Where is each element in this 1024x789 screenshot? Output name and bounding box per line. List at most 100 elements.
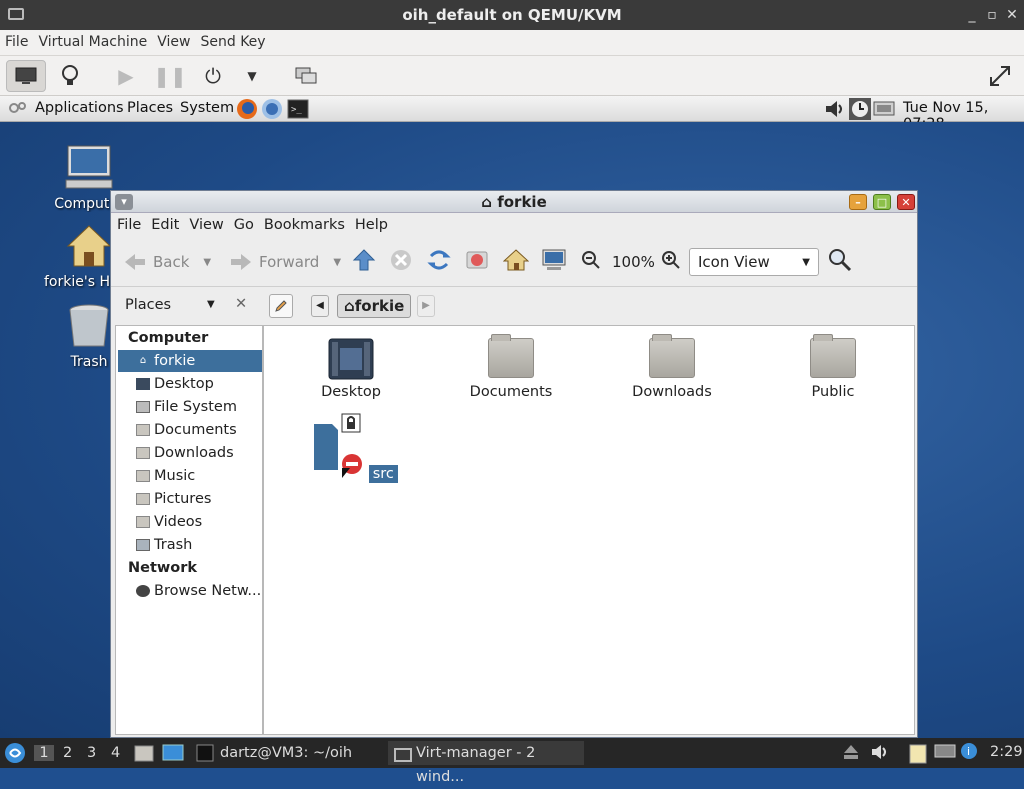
menu-places[interactable]: Places bbox=[127, 100, 173, 116]
drive-icon bbox=[136, 401, 150, 413]
shutdown-menu-button[interactable]: ▼ bbox=[232, 60, 272, 92]
menu-bookmarks[interactable]: Bookmarks bbox=[258, 213, 349, 233]
workspace-2[interactable]: 2 bbox=[63, 745, 72, 761]
vm-menu-virtual-machine[interactable]: Virtual Machine bbox=[33, 30, 152, 50]
console-button[interactable] bbox=[6, 60, 46, 92]
clock-applet-icon[interactable] bbox=[848, 97, 872, 125]
pause-icon: ❚❚ bbox=[153, 64, 187, 88]
search-button[interactable] bbox=[827, 247, 853, 273]
file-item-desktop[interactable]: Desktop bbox=[296, 338, 406, 400]
home-button[interactable] bbox=[503, 247, 529, 273]
network-status-icon[interactable] bbox=[934, 743, 956, 765]
zoom-in-button[interactable] bbox=[658, 247, 684, 273]
volume-icon[interactable] bbox=[870, 743, 890, 765]
close-icon[interactable]: ✕ bbox=[235, 296, 247, 312]
menu-system[interactable]: System bbox=[180, 100, 234, 116]
menu-edit[interactable]: Edit bbox=[145, 213, 183, 233]
stop-button[interactable] bbox=[388, 247, 414, 273]
window-close-button[interactable]: ✕ bbox=[897, 194, 915, 210]
folder-icon bbox=[136, 447, 150, 459]
computer-icon bbox=[65, 145, 113, 189]
vm-menu-file[interactable]: File bbox=[0, 30, 33, 50]
path-button-forkie[interactable]: ⌂forkie bbox=[337, 294, 412, 318]
path-scroll-left-button[interactable]: ◀ bbox=[311, 295, 329, 317]
file-manager-launcher-icon[interactable] bbox=[134, 743, 154, 767]
sidebar-item-downloads[interactable]: Downloads bbox=[118, 442, 262, 464]
sidebar-item-label: Pictures bbox=[154, 491, 212, 507]
task-terminal[interactable]: dartz@VM3: ~/oih bbox=[192, 741, 380, 765]
view-mode-select[interactable]: Icon View ▼ bbox=[689, 248, 819, 276]
vm-menu-view[interactable]: View bbox=[152, 30, 195, 50]
host-close-button[interactable]: ✕ bbox=[1002, 0, 1022, 30]
network-icon[interactable] bbox=[873, 99, 895, 123]
sidebar-item-documents[interactable]: Documents bbox=[118, 419, 262, 441]
file-item-public[interactable]: Public bbox=[778, 334, 888, 400]
window-menu-button[interactable]: ▾ bbox=[115, 194, 133, 210]
terminal-launcher-icon[interactable]: >_ bbox=[287, 99, 309, 123]
zoom-out-button[interactable] bbox=[578, 247, 604, 273]
chevron-down-icon[interactable]: ▼ bbox=[207, 299, 215, 310]
shutdown-button[interactable]: ⏻ bbox=[193, 60, 233, 92]
mail-launcher-icon[interactable] bbox=[261, 98, 283, 124]
chevron-down-icon[interactable]: ▼ bbox=[203, 257, 211, 268]
firefox-launcher-icon[interactable] bbox=[236, 98, 258, 124]
sidebar-item-label: Desktop bbox=[154, 376, 214, 392]
menu-applications[interactable]: Applications bbox=[35, 100, 124, 116]
src-folder-icon bbox=[314, 413, 363, 478]
sidebar-item-trash[interactable]: Trash bbox=[118, 534, 262, 556]
sidebar-item-forkie[interactable]: ⌂ forkie bbox=[118, 350, 262, 372]
up-button[interactable] bbox=[351, 247, 377, 273]
menu-go[interactable]: Go bbox=[228, 213, 258, 233]
show-desktop-icon[interactable] bbox=[162, 743, 184, 767]
sidebar-item-file-system[interactable]: File System bbox=[118, 396, 262, 418]
home-icon bbox=[503, 249, 529, 271]
sidebar-item-desktop[interactable]: Desktop bbox=[118, 373, 262, 395]
workspace-4[interactable]: 4 bbox=[111, 745, 120, 761]
window-maximize-button[interactable]: □ bbox=[873, 194, 891, 210]
task-virt-manager[interactable]: Virt-manager - 2 wind... bbox=[388, 741, 584, 785]
fullscreen-icon bbox=[990, 66, 1010, 86]
unmount-button[interactable] bbox=[464, 247, 490, 273]
sidebar-item-music[interactable]: Music bbox=[118, 465, 262, 487]
reload-button[interactable] bbox=[426, 247, 452, 273]
file-item-src[interactable]: src bbox=[296, 412, 406, 483]
info-notification-icon[interactable]: i bbox=[960, 742, 978, 764]
forward-button[interactable]: Forward ▼ bbox=[229, 247, 341, 277]
start-menu-icon[interactable] bbox=[4, 742, 26, 768]
chevron-down-icon[interactable]: ▼ bbox=[333, 257, 341, 268]
workspace-3[interactable]: 3 bbox=[87, 745, 96, 761]
pause-button[interactable]: ❚❚ bbox=[150, 60, 190, 92]
sidebar-item-pictures[interactable]: Pictures bbox=[118, 488, 262, 510]
fullscreen-button[interactable] bbox=[980, 60, 1020, 92]
volume-icon[interactable] bbox=[824, 99, 846, 123]
path-scroll-right-button[interactable]: ▶ bbox=[417, 295, 435, 317]
sidebar-item-browse-network[interactable]: Browse Netw... bbox=[118, 580, 262, 602]
folder-icon bbox=[136, 470, 150, 482]
panel-time[interactable]: 2:29 bbox=[990, 744, 1023, 760]
file-item-documents[interactable]: Documents bbox=[456, 334, 566, 400]
workspace-1[interactable]: 1 bbox=[34, 745, 54, 761]
side-pane-selector[interactable]: Places bbox=[125, 297, 171, 313]
file-item-label: Desktop bbox=[321, 384, 381, 400]
eject-icon[interactable] bbox=[843, 743, 859, 765]
vm-menu-send-key[interactable]: Send Key bbox=[195, 30, 270, 50]
host-minimize-button[interactable]: _ bbox=[962, 0, 982, 30]
folder-icon bbox=[136, 424, 150, 436]
menu-view[interactable]: View bbox=[183, 213, 227, 233]
file-item-downloads[interactable]: Downloads bbox=[617, 334, 727, 400]
run-button[interactable]: ▶ bbox=[106, 60, 146, 92]
details-button[interactable] bbox=[50, 60, 90, 92]
window-minimize-button[interactable]: – bbox=[849, 194, 867, 210]
clipboard-icon[interactable] bbox=[908, 742, 928, 768]
computer-button[interactable] bbox=[541, 247, 567, 273]
file-manager-window: ▾ ⌂ forkie – □ ✕ File Edit View Go Bookmarks… bbox=[110, 190, 918, 738]
back-button[interactable]: Back ▼ bbox=[123, 247, 211, 277]
menu-help[interactable]: Help bbox=[349, 213, 392, 233]
sidebar-item-videos[interactable]: Videos bbox=[118, 511, 262, 533]
host-maximize-button[interactable]: ▫ bbox=[982, 0, 1002, 30]
sidebar-heading-network: Network bbox=[128, 560, 198, 576]
menu-file[interactable]: File bbox=[111, 213, 145, 233]
edit-location-button[interactable] bbox=[269, 294, 293, 318]
reload-icon bbox=[427, 250, 451, 270]
snapshots-button[interactable] bbox=[286, 60, 326, 92]
